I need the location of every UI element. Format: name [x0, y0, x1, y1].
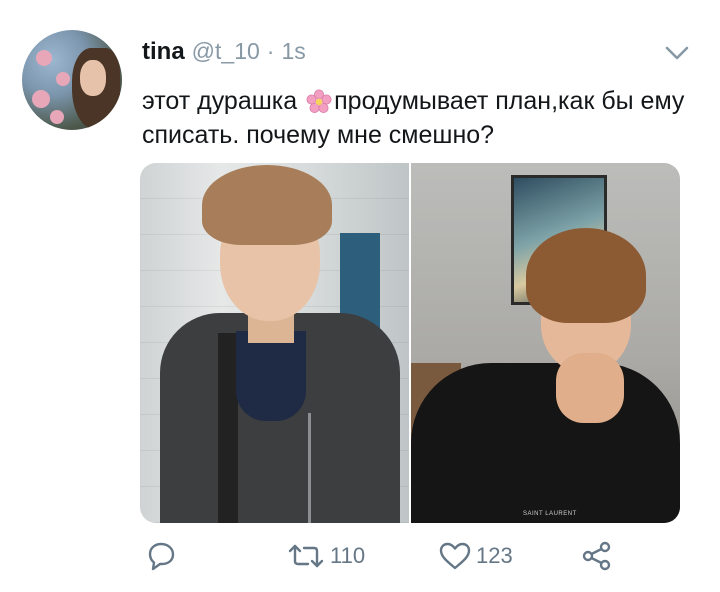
like-count: 123 [476, 543, 513, 568]
share-icon [580, 541, 614, 571]
like-button[interactable]: 123 [438, 536, 513, 576]
photo-right[interactable]: SAINT LAURENT [411, 163, 680, 523]
heart-icon [438, 541, 472, 571]
tweet-card[interactable]: tina @t_10 · 1s этот дурашка продумывает… [0, 0, 720, 592]
reply-button[interactable] [144, 536, 182, 576]
retweet-icon [286, 541, 326, 571]
tweet-header: tina @t_10 · 1s [142, 38, 306, 66]
display-name[interactable]: tina [142, 38, 185, 66]
timestamp[interactable]: 1s [281, 38, 305, 65]
retweet-count: 110 [330, 543, 366, 568]
tweet-text-part1: этот дурашка [142, 87, 305, 115]
avatar[interactable] [22, 30, 122, 130]
chevron-down-icon[interactable] [664, 44, 690, 62]
shirt-logo-text: SAINT LAURENT [523, 511, 577, 517]
reply-icon [144, 541, 178, 571]
photo-left[interactable] [140, 163, 409, 523]
user-handle[interactable]: @t_10 [192, 38, 260, 65]
tweet-actions: 110 123 [0, 536, 720, 576]
share-button[interactable] [580, 536, 618, 576]
separator-dot: · [266, 38, 275, 64]
cherry-blossom-emoji-icon [306, 88, 332, 113]
tweet-media[interactable]: SAINT LAURENT [140, 163, 680, 523]
retweet-button[interactable]: 110 [286, 536, 365, 576]
tweet-text: этот дурашка продумывает план,как бы ему… [142, 84, 702, 152]
